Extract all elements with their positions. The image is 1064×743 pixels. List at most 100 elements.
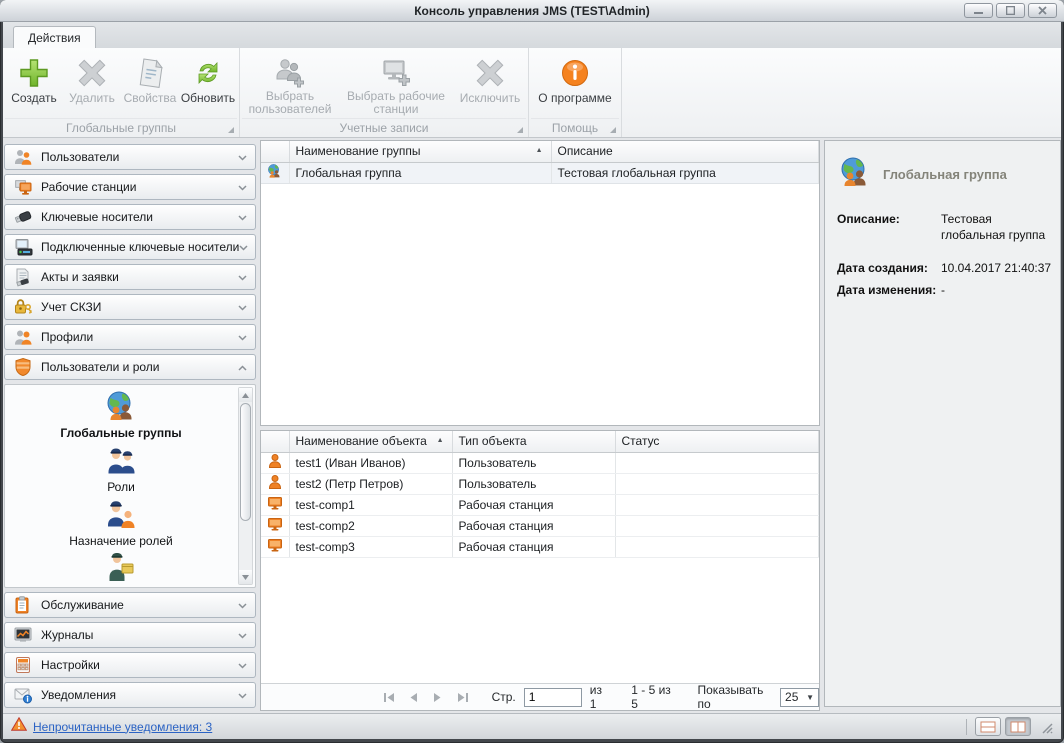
description-value: Тестовая глобальная группа <box>941 212 1046 242</box>
group-corner-icon <box>228 127 234 133</box>
maximize-icon <box>1006 6 1015 15</box>
page-size-value: 25 <box>785 690 799 704</box>
delete-button[interactable]: Удалить <box>63 50 121 116</box>
sidebar-item-acts-requests[interactable]: Акты и заявки <box>4 264 256 290</box>
chevron-down-icon <box>238 656 247 674</box>
sidebar-item-profiles[interactable]: Профили <box>4 324 256 350</box>
profiles-icon <box>13 327 33 347</box>
object-status-cell <box>615 515 819 537</box>
scroll-thumb[interactable] <box>240 403 251 521</box>
layout-horizontal-button[interactable] <box>975 717 1001 736</box>
lock-key-icon <box>13 297 33 317</box>
object-type-cell: Пользователь <box>452 473 616 495</box>
sidebar-item-workstations[interactable]: Рабочие станции <box>4 174 256 200</box>
scroll-down-icon[interactable] <box>239 570 252 584</box>
table-row[interactable]: test-comp1 Рабочая станция <box>261 494 819 516</box>
tab-strip: Действия <box>3 22 1061 48</box>
chevron-up-icon <box>238 358 247 376</box>
sidebar-item-connected-key-media[interactable]: Подключенные ключевые носители <box>4 234 256 260</box>
column-header-icon[interactable] <box>261 431 290 453</box>
groups-table: Наименование группы ▲ Описание Глобальная… <box>260 140 820 426</box>
layout-vertical-button[interactable] <box>1005 717 1031 736</box>
column-header-object-name[interactable]: Наименование объекта ▲ <box>289 431 453 453</box>
page-size-dropdown[interactable]: 25 ▼ <box>780 687 819 707</box>
sidebar-item-szki-accounting[interactable]: Учет СКЗИ <box>4 294 256 320</box>
vertical-split-icon <box>1010 721 1026 732</box>
last-page-button[interactable] <box>454 689 470 705</box>
properties-button[interactable]: Свойства <box>121 50 179 116</box>
chevron-down-icon <box>238 328 247 346</box>
object-type-cell: Рабочая станция <box>452 536 616 558</box>
sidebar-item-label: Назначение ролей <box>69 534 173 548</box>
about-info-icon <box>558 55 592 91</box>
client-area: Действия Создать Удалить Свойства Обнови… <box>3 22 1061 739</box>
page-number-input[interactable] <box>523 687 582 707</box>
sidebar-item-settings[interactable]: Настройки <box>4 652 256 678</box>
sidebar-item-users[interactable]: Пользователи <box>4 144 256 170</box>
column-header-icon[interactable] <box>261 141 290 163</box>
column-header-object-type[interactable]: Тип объекта <box>452 431 616 453</box>
tab-actions[interactable]: Действия <box>13 26 96 48</box>
chevron-down-icon <box>238 208 247 226</box>
next-page-button[interactable] <box>430 689 446 705</box>
create-button[interactable]: Создать <box>5 50 63 116</box>
exclude-button[interactable]: Исключить <box>454 50 526 116</box>
ribbon-group-label: Помощь <box>551 121 599 135</box>
sidebar-item-roles[interactable]: Роли <box>103 443 139 494</box>
group-description-cell: Тестовая глобальная группа <box>551 162 819 184</box>
created-date-label: Дата создания: <box>837 261 928 276</box>
chevron-down-icon <box>238 268 247 286</box>
table-row[interactable]: Глобальная группа Тестовая глобальная гр… <box>261 162 819 184</box>
page-label: Стр. <box>491 690 516 704</box>
usb-key-icon <box>13 207 33 227</box>
sidebar-item-partial[interactable] <box>103 551 139 587</box>
column-header-group-name[interactable]: Наименование группы ▲ <box>289 141 552 163</box>
minimize-button[interactable] <box>964 3 993 18</box>
chevron-down-icon <box>239 238 248 256</box>
table-row[interactable]: test1 (Иван Иванов) Пользователь <box>261 452 819 474</box>
table-row[interactable]: test-comp3 Рабочая станция <box>261 536 819 558</box>
modified-date-label: Дата изменения: <box>837 282 937 297</box>
sidebar-item-notifications[interactable]: Уведомления <box>4 682 256 708</box>
global-group-icon <box>837 155 873 194</box>
object-name-cell: test-comp2 <box>289 515 453 537</box>
sidebar-scrollbar[interactable] <box>238 387 253 585</box>
select-users-button[interactable]: Выбрать пользователей <box>242 50 338 116</box>
unread-notifications-link[interactable]: Непрочитанные уведомления: 3 <box>33 720 212 734</box>
user-icon <box>267 454 283 472</box>
first-page-button[interactable] <box>381 689 397 705</box>
sidebar-item-key-media[interactable]: Ключевые носители <box>4 204 256 230</box>
object-status-cell <box>615 473 819 495</box>
object-name-cell: test-comp1 <box>289 494 453 516</box>
roles-icon <box>103 443 139 479</box>
table-row[interactable]: test-comp2 Рабочая станция <box>261 515 819 537</box>
sidebar-item-role-assignment[interactable]: Назначение ролей <box>69 497 173 548</box>
workstations-icon <box>13 177 33 197</box>
sidebar-item-maintenance[interactable]: Обслуживание <box>4 592 256 618</box>
sidebar-item-label: Настройки <box>41 658 100 672</box>
app-window: Консоль управления JMS (TEST\Admin) Дейс… <box>0 0 1064 743</box>
select-workstations-button[interactable]: Выбрать рабочие станции <box>338 50 454 116</box>
table-row[interactable]: test2 (Петр Петров) Пользователь <box>261 473 819 495</box>
journal-chart-icon <box>13 625 33 645</box>
scroll-up-icon[interactable] <box>239 388 252 402</box>
close-button[interactable] <box>1028 3 1057 18</box>
window-title: Консоль управления JMS (TEST\Admin) <box>414 3 650 18</box>
column-header-description[interactable]: Описание <box>551 141 819 163</box>
column-header-status[interactable]: Статус <box>615 431 819 453</box>
page-size-label: Показывать по <box>697 683 764 711</box>
sidebar-item-label: Профили <box>41 330 94 344</box>
sidebar-item-users-roles[interactable]: Пользователи и роли <box>4 354 256 380</box>
warning-icon <box>10 716 28 736</box>
sidebar-item-global-groups[interactable]: Глобальные группы <box>60 389 182 440</box>
about-button[interactable]: О программе <box>531 50 619 116</box>
sidebar-item-journals[interactable]: Журналы <box>4 622 256 648</box>
object-type-cell: Пользователь <box>452 452 616 474</box>
resize-grip[interactable] <box>1039 720 1053 734</box>
chevron-down-icon <box>238 596 247 614</box>
group-corner-icon <box>610 127 616 133</box>
maximize-button[interactable] <box>996 3 1025 18</box>
refresh-button[interactable]: Обновить <box>179 50 237 116</box>
previous-page-button[interactable] <box>405 689 421 705</box>
refresh-button-label: Обновить <box>180 91 236 105</box>
